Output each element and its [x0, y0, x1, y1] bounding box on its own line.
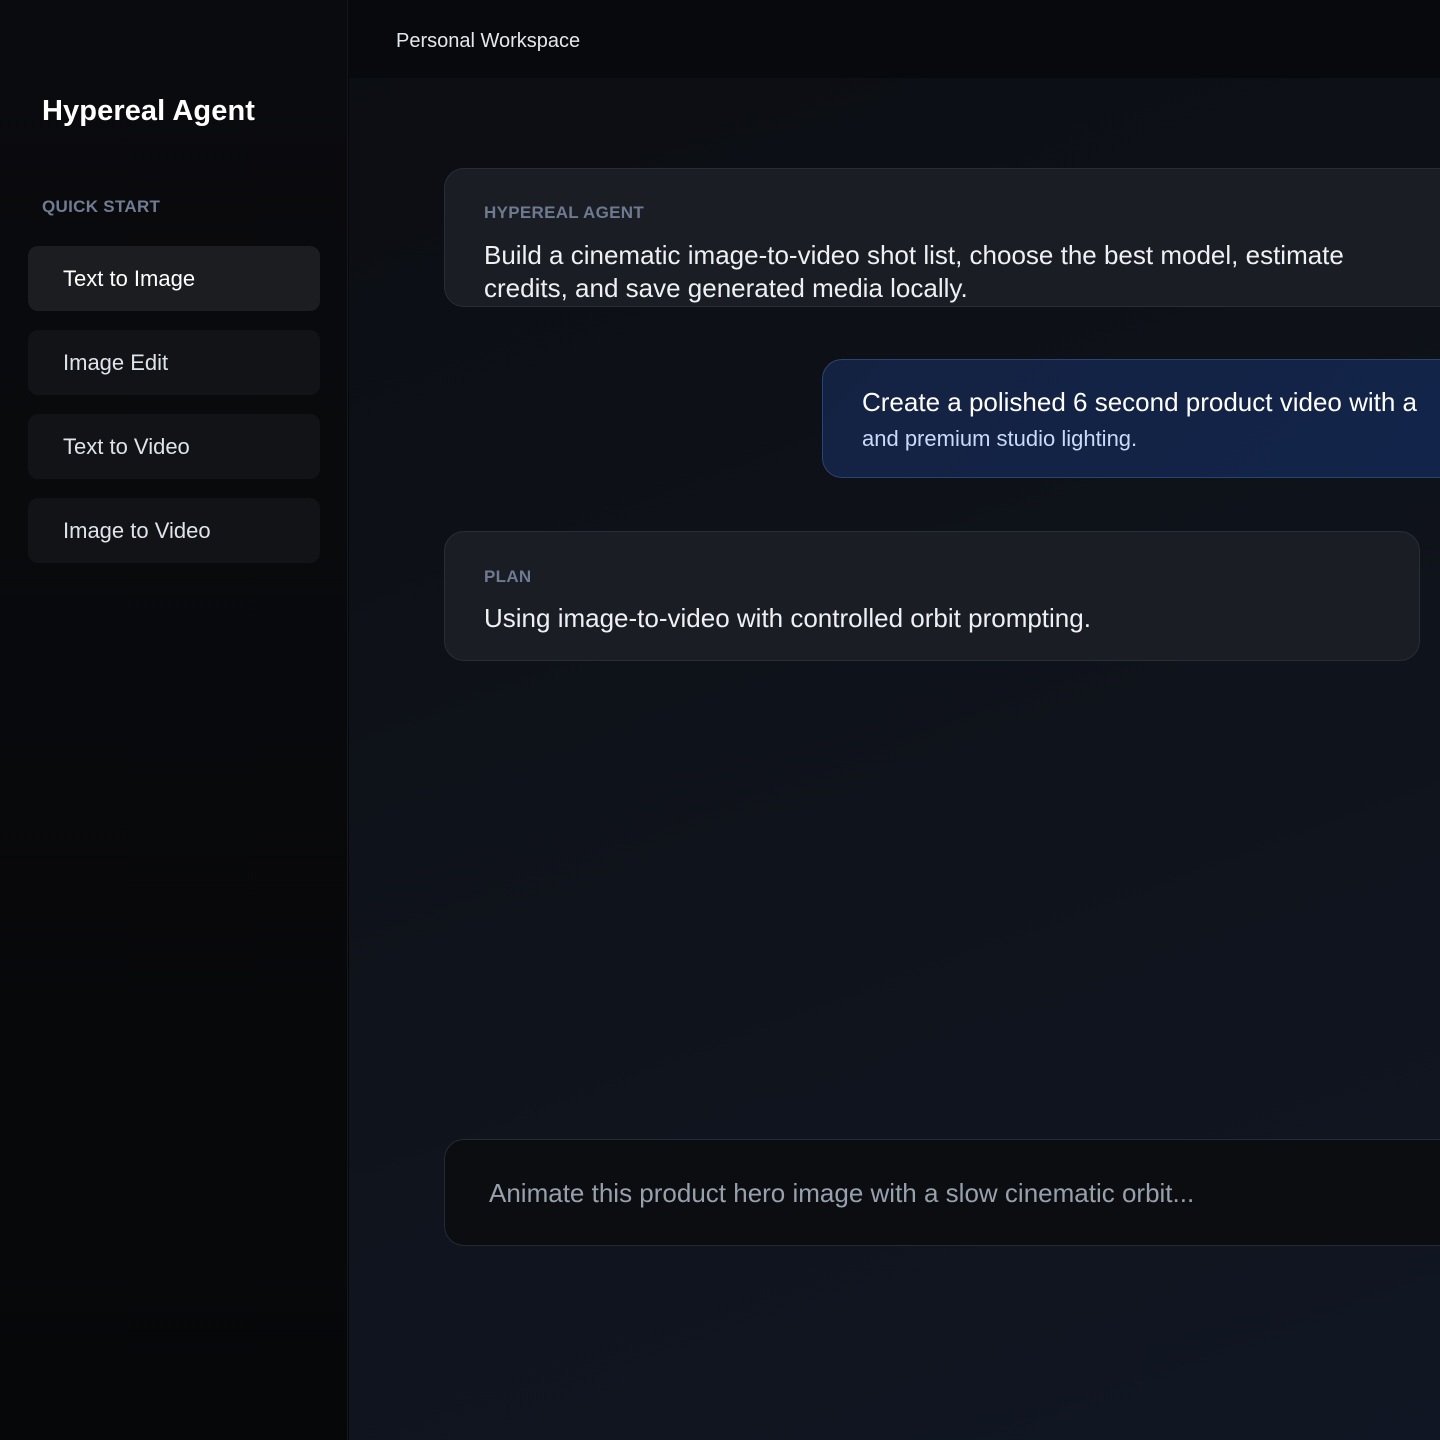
user-message-line-2: and premium studio lighting.	[862, 426, 1138, 451]
agent-message-label: HYPEREAL AGENT	[484, 203, 645, 222]
app-window: Hypereal Agent QUICK START Text to Image…	[0, 0, 1440, 1440]
sidebar: Hypereal Agent QUICK START Text to Image…	[0, 0, 348, 1440]
sidebar-item-image-edit[interactable]: Image Edit	[28, 330, 320, 395]
sidebar-item-label: Text to Image	[63, 266, 196, 291]
user-message-bubble: Create a polished 6 second product video…	[822, 359, 1440, 478]
sidebar-item-image-to-video[interactable]: Image to Video	[28, 498, 320, 563]
sidebar-item-label: Image to Video	[63, 518, 211, 543]
prompt-input[interactable]	[489, 1170, 1429, 1216]
quick-start-label: QUICK START	[42, 197, 161, 216]
plan-label: PLAN	[484, 567, 532, 586]
sidebar-item-label: Text to Video	[63, 434, 190, 459]
workspace-switcher[interactable]: Personal Workspace	[396, 30, 580, 53]
sidebar-item-label: Image Edit	[63, 350, 169, 375]
plan-card: PLAN Using image-to-video with controlle…	[444, 531, 1420, 661]
sidebar-item-text-to-image[interactable]: Text to Image	[28, 246, 320, 311]
main-panel: Personal Workspace HYPEREAL AGENT Build …	[349, 0, 1440, 1440]
brand-title: Hypereal Agent	[42, 95, 256, 127]
sidebar-item-text-to-video[interactable]: Text to Video	[28, 414, 320, 479]
agent-message-card: HYPEREAL AGENT Build a cinematic image-t…	[444, 168, 1440, 307]
agent-message-text: Build a cinematic image-to-video shot li…	[484, 240, 1344, 303]
user-message-line-1: Create a polished 6 second product video…	[862, 387, 1418, 417]
prompt-composer	[444, 1139, 1440, 1246]
top-bar: Personal Workspace	[349, 0, 1440, 78]
plan-text: Using image-to-video with controlled orb…	[484, 603, 1091, 633]
